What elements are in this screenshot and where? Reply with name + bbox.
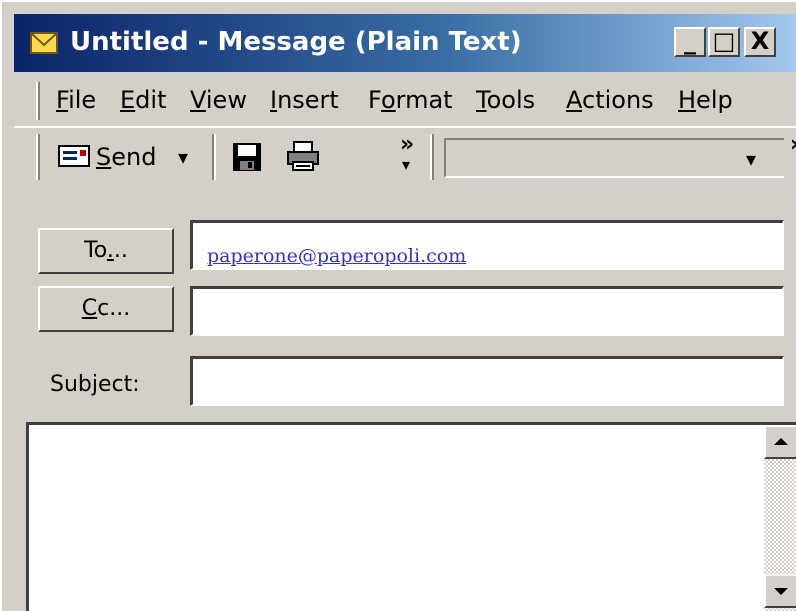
menu-help[interactable]: Help xyxy=(678,84,733,116)
scroll-up-icon xyxy=(774,438,788,445)
message-body[interactable] xyxy=(26,422,796,611)
vertical-scrollbar[interactable] xyxy=(764,425,796,611)
scroll-up-button[interactable] xyxy=(764,425,796,459)
send-dropdown-icon[interactable]: ▾ xyxy=(178,142,188,172)
title-bar[interactable]: Untitled - Message (Plain Text) _ □ X xyxy=(14,14,796,72)
minimize-icon: _ xyxy=(684,27,696,55)
send-envelope-icon xyxy=(58,144,90,172)
print-icon[interactable] xyxy=(286,140,320,176)
subject-field[interactable] xyxy=(190,356,784,406)
toolbar-grip[interactable] xyxy=(36,134,40,180)
toolbar-separator xyxy=(212,134,216,180)
to-field[interactable]: paperone@paperopoli.com xyxy=(190,220,784,270)
send-button[interactable]: Send ▾ xyxy=(48,138,208,176)
combo-dropdown-icon[interactable]: ▾ xyxy=(746,144,756,174)
window-title: Untitled - Message (Plain Text) xyxy=(70,27,522,57)
toolbar-overflow-arrow-icon[interactable]: ▾ xyxy=(402,150,410,180)
menu-actions[interactable]: Actions xyxy=(566,84,654,116)
to-button[interactable]: To... xyxy=(38,228,174,274)
toolbar2-overflow-icon[interactable]: » xyxy=(790,130,796,160)
toolbar2-grip[interactable] xyxy=(430,134,434,180)
menu-tools[interactable]: Tools xyxy=(476,84,535,116)
menu-edit[interactable]: Edit xyxy=(120,84,166,116)
menu-insert[interactable]: Insert xyxy=(270,84,339,116)
toolbar-combo[interactable]: ▾ xyxy=(444,138,784,178)
send-label: Send xyxy=(96,143,157,171)
menubar-grip[interactable] xyxy=(36,82,40,120)
envelope-icon xyxy=(30,30,58,56)
cc-field[interactable] xyxy=(190,286,784,336)
menu-file[interactable]: File xyxy=(56,84,96,116)
maximize-icon: □ xyxy=(712,27,736,55)
menu-bar: File Edit View Insert Format Tools Actio… xyxy=(14,78,796,122)
close-icon: X xyxy=(750,27,770,55)
scroll-down-button[interactable] xyxy=(764,574,796,608)
standard-toolbar: Send ▾ » ▾ ▾ » xyxy=(14,126,796,186)
close-button[interactable]: X xyxy=(744,27,776,57)
menu-format[interactable]: Format xyxy=(368,84,453,116)
to-recipient-link[interactable]: paperone@paperopoli.com xyxy=(207,245,466,267)
message-window: Untitled - Message (Plain Text) _ □ X Fi… xyxy=(0,0,796,611)
subject-label: Subject: xyxy=(50,372,140,397)
menu-view[interactable]: View xyxy=(190,84,247,116)
scroll-down-icon xyxy=(774,588,788,595)
maximize-button[interactable]: □ xyxy=(708,27,740,57)
minimize-button[interactable]: _ xyxy=(674,27,706,57)
cc-button[interactable]: Cc... xyxy=(38,286,174,332)
save-disk-icon[interactable] xyxy=(232,142,262,176)
